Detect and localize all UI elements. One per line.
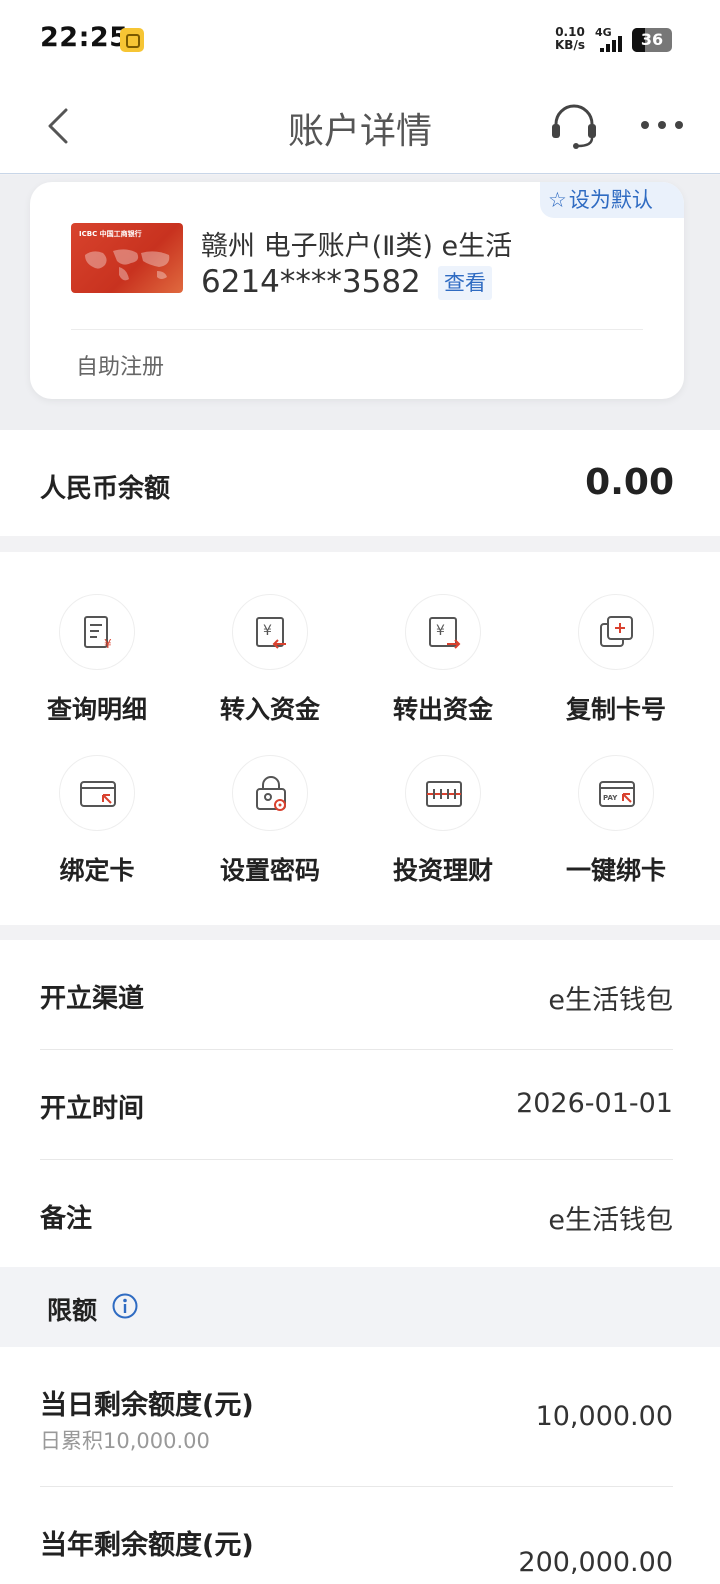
info-value: e生活钱包 (548, 1205, 673, 1236)
bind-card-icon (80, 781, 116, 807)
action-set-password[interactable]: 设置密码 (184, 713, 356, 885)
limit-sub: 日累积10,000.00 (40, 1429, 210, 1453)
balance-value: 0.00 (585, 462, 674, 503)
limit-label: 当年剩余额度(元) (40, 1530, 254, 1561)
set-default-label: 设为默认 (568, 188, 653, 212)
info-value: e生活钱包 (548, 985, 673, 1016)
page-title: 账户详情 (287, 111, 432, 152)
info-icon[interactable] (112, 1293, 138, 1319)
battery-icon: 36 (632, 28, 672, 52)
account-number: 6214****3582 (201, 264, 421, 300)
account-card: ☆设为默认 ICBC 中国工商银行 赣州 电子账户(Ⅱ类) e生活 6214**… (30, 182, 684, 399)
invest-icon (426, 781, 462, 807)
battery-level: 36 (640, 30, 664, 49)
notification-icon (120, 28, 144, 52)
limit-value: 200,000.00 (518, 1547, 673, 1578)
svg-text:PAY: PAY (603, 794, 618, 802)
bank-card-logo: ICBC 中国工商银行 (79, 230, 142, 238)
limits-header: 限额 (0, 1267, 720, 1347)
limit-value: 10,000.00 (535, 1401, 673, 1432)
info-label: 备注 (40, 1204, 93, 1234)
nav-bar: 账户详情 (0, 80, 720, 174)
balance-row: 人民币余额 0.00 (0, 430, 720, 536)
action-label: 绑定卡 (59, 856, 135, 885)
action-copy-card-number[interactable]: 复制卡号 (530, 552, 702, 724)
status-time: 22:25 (40, 22, 129, 53)
action-investment[interactable]: 投资理财 (357, 713, 529, 885)
view-number-button[interactable]: 查看 (438, 266, 492, 300)
action-grid: ¥ 查询明细 ¥ 转入资金 ¥ 转出资金 复制卡号 绑定卡 设置密码 投资理财 … (0, 552, 720, 925)
info-row-channel: 开立渠道 e生活钱包 (40, 940, 673, 1050)
info-row-open-date: 开立时间 2026-01-01 (40, 1050, 673, 1160)
bank-card-image: ICBC 中国工商银行 (71, 223, 183, 293)
transfer-out-icon: ¥ (429, 617, 461, 649)
svg-text:¥: ¥ (263, 623, 272, 639)
action-bind-card[interactable]: 绑定卡 (11, 713, 183, 885)
info-label: 开立渠道 (40, 984, 145, 1014)
action-label: 一键绑卡 (565, 856, 666, 885)
signal-icon (598, 34, 628, 52)
status-bar: 22:25 0.10 KB/s 4G 36 (0, 0, 720, 80)
svg-text:¥: ¥ (436, 623, 445, 639)
balance-label: 人民币余额 (40, 474, 171, 504)
action-transfer-in[interactable]: ¥ 转入资金 (184, 552, 356, 724)
svg-text:¥: ¥ (104, 637, 112, 651)
pay-card-icon: PAY (599, 781, 635, 807)
more-icon[interactable] (640, 118, 684, 132)
action-label: 投资理财 (392, 856, 493, 885)
world-map-graphic (85, 249, 170, 281)
info-value: 2026-01-01 (516, 1088, 673, 1119)
transfer-in-icon: ¥ (256, 617, 286, 649)
lock-settings-icon (256, 776, 286, 811)
copy-icon (600, 616, 633, 647)
account-info: 开立渠道 e生活钱包 开立时间 2026-01-01 备注 e生活钱包 (0, 940, 720, 1267)
limit-label: 当日剩余额度(元) (40, 1390, 254, 1421)
self-register-link[interactable]: 自助注册 (76, 349, 164, 381)
limit-row-daily: 当日剩余额度(元) 日累积10,000.00 10,000.00 (40, 1347, 673, 1487)
network-speed: 0.10 KB/s (555, 26, 585, 52)
action-transfer-out[interactable]: ¥ 转出资金 (357, 552, 529, 724)
limits-title: 限额 (47, 1296, 98, 1325)
network-speed-unit: KB/s (555, 38, 585, 52)
limits-section: 当日剩余额度(元) 日累积10,000.00 10,000.00 当年剩余额度(… (0, 1347, 720, 1584)
customer-service-icon[interactable] (548, 100, 600, 152)
info-row-note: 备注 e生活钱包 (40, 1160, 673, 1270)
action-label: 设置密码 (219, 856, 320, 885)
set-default-button[interactable]: ☆设为默认 (540, 182, 684, 218)
action-quick-bind[interactable]: PAY 一键绑卡 (530, 713, 702, 885)
star-icon: ☆ (548, 188, 567, 212)
action-query-details[interactable]: ¥ 查询明细 (11, 552, 183, 724)
info-label: 开立时间 (40, 1094, 145, 1124)
account-name: 赣州 电子账户(Ⅱ类) e生活 (201, 231, 513, 262)
limit-row-yearly: 当年剩余额度(元) 200,000.00 (40, 1487, 673, 1584)
card-section: ☆设为默认 ICBC 中国工商银行 赣州 电子账户(Ⅱ类) e生活 6214**… (0, 175, 720, 430)
receipt-yen-icon: ¥ (84, 616, 112, 651)
card-divider (71, 329, 643, 330)
